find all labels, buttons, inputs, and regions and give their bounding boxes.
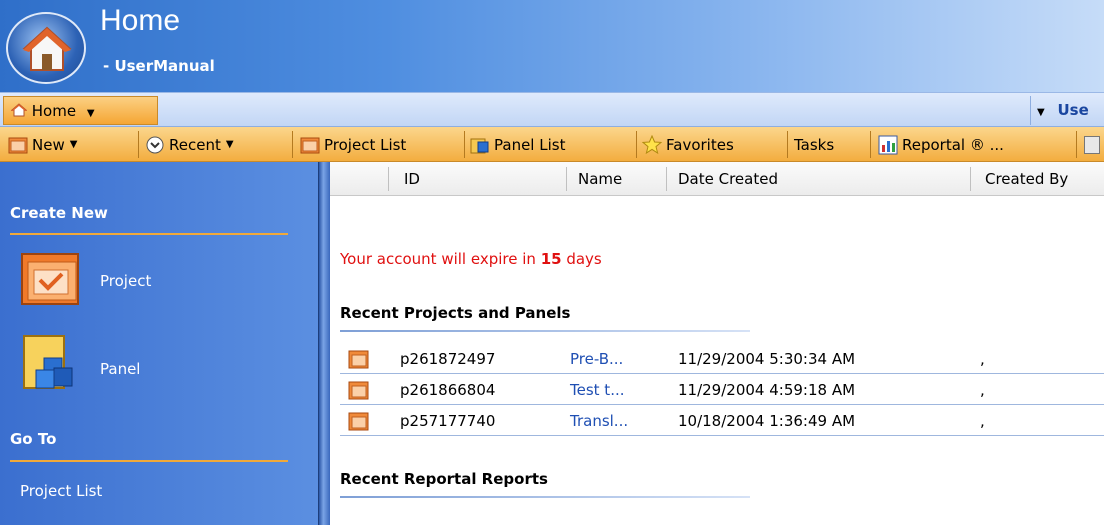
project-folder-icon <box>348 410 370 432</box>
toolbar-separator <box>464 131 465 158</box>
toolbar-separator <box>138 131 139 158</box>
row-created-by: , <box>980 350 985 368</box>
title-bar: Home - UserManual <box>0 0 1104 92</box>
sidebar: Create New Project Panel Go To Project L… <box>0 162 318 525</box>
toolbar-separator <box>1076 131 1077 158</box>
user-menu[interactable]: ▼ Use <box>1030 96 1104 125</box>
home-logo-icon <box>6 12 86 84</box>
toolbar-separator <box>636 131 637 158</box>
sidebar-splitter[interactable] <box>318 162 330 525</box>
chevron-down-icon[interactable]: ▼ <box>70 139 78 150</box>
divider <box>10 460 288 462</box>
star-icon <box>641 134 663 155</box>
new-button[interactable]: New ▼ <box>8 131 77 158</box>
row-id: p261872497 <box>400 350 496 368</box>
section-title-recent-reports: Recent Reportal Reports <box>340 470 548 488</box>
divider <box>10 233 288 235</box>
sidebar-item-label: Panel <box>100 360 141 378</box>
reportal-button[interactable]: Reportal ® ... <box>878 131 1004 158</box>
column-header-name[interactable]: Name <box>578 170 622 188</box>
panel-list-button[interactable]: Panel List <box>470 131 565 158</box>
recent-chevron-icon <box>145 135 165 155</box>
row-date: 11/29/2004 4:59:18 AM <box>678 381 856 399</box>
reportal-chart-icon <box>878 135 898 155</box>
chevron-down-icon[interactable]: ▼ <box>226 139 234 150</box>
toolbar-separator <box>870 131 871 158</box>
column-header-id[interactable]: ID <box>404 170 420 188</box>
chevron-down-icon[interactable]: ▼ <box>87 108 95 119</box>
toolbar: New ▼ Recent ▼ Project List Panel List F… <box>0 127 1104 162</box>
project-folder-icon <box>8 135 28 155</box>
project-folder-icon <box>300 135 320 155</box>
tasks-button[interactable]: Tasks <box>794 131 834 158</box>
row-name-link[interactable]: Transl... <box>570 412 628 430</box>
column-header-created-by[interactable]: Created By <box>985 170 1068 188</box>
row-id: p257177740 <box>400 412 496 430</box>
row-date: 11/29/2004 5:30:34 AM <box>678 350 856 368</box>
toolbar-separator <box>787 131 788 158</box>
column-header-date-created[interactable]: Date Created <box>678 170 778 188</box>
home-icon <box>10 103 28 117</box>
sidebar-item-project[interactable]: Project <box>0 242 300 312</box>
column-header: ID Name Date Created Created By <box>330 162 1104 196</box>
divider <box>340 496 750 498</box>
project-folder-icon <box>348 348 370 370</box>
sidebar-item-panel[interactable]: Panel <box>0 330 300 400</box>
row-id: p261866804 <box>400 381 496 399</box>
expiry-days: 15 <box>540 250 562 268</box>
sidebar-item-project-list[interactable]: Project List <box>20 482 102 500</box>
tab-bar: Home ▼ ▼ Use <box>0 92 1104 127</box>
project-folder-icon <box>348 379 370 401</box>
sidebar-heading-go-to: Go To <box>10 430 57 448</box>
user-label: Use <box>1057 101 1089 119</box>
page-title: Home <box>100 4 181 37</box>
sidebar-heading-create-new: Create New <box>10 204 108 222</box>
panel-icon <box>470 135 490 155</box>
row-date: 10/18/2004 1:36:49 AM <box>678 412 856 430</box>
table-row[interactable]: p261866804 Test t... 11/29/2004 4:59:18 … <box>340 375 1104 405</box>
row-name-link[interactable]: Pre-B... <box>570 350 623 368</box>
section-title-recent-projects: Recent Projects and Panels <box>340 304 571 322</box>
table-row[interactable]: p261872497 Pre-B... 11/29/2004 5:30:34 A… <box>340 344 1104 374</box>
row-created-by: , <box>980 381 985 399</box>
tab-home[interactable]: Home ▼ <box>3 96 158 125</box>
page-subtitle: - UserManual <box>103 57 215 75</box>
expiry-notice: Your account will expire in 15 days <box>340 250 602 268</box>
project-list-button[interactable]: Project List <box>300 131 406 158</box>
row-created-by: , <box>980 412 985 430</box>
panel-icon <box>22 334 84 396</box>
toolbar-overflow-icon[interactable] <box>1084 131 1104 158</box>
favorites-button[interactable]: Favorites <box>641 131 734 158</box>
sidebar-item-label: Project <box>100 272 152 290</box>
recent-button[interactable]: Recent ▼ <box>145 131 234 158</box>
table-row[interactable]: p257177740 Transl... 10/18/2004 1:36:49 … <box>340 406 1104 436</box>
main-content: ID Name Date Created Created By Your acc… <box>330 162 1104 525</box>
tab-home-label: Home <box>31 102 77 120</box>
divider <box>340 330 750 332</box>
toolbar-separator <box>292 131 293 158</box>
project-folder-icon <box>20 250 84 312</box>
chevron-down-icon[interactable]: ▼ <box>1037 107 1045 118</box>
row-name-link[interactable]: Test t... <box>570 381 625 399</box>
